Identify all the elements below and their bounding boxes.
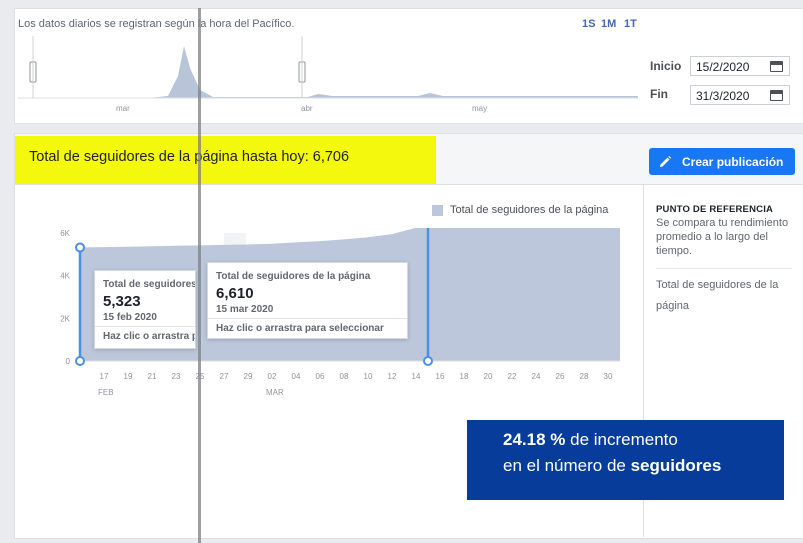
benchmark-divider xyxy=(656,268,792,269)
x-tick-label: 26 xyxy=(556,372,565,381)
tooltip-divider xyxy=(208,318,407,319)
tooltip-date: 15 mar 2020 xyxy=(216,304,274,315)
x-tick-label: 14 xyxy=(412,372,421,381)
x-tick-label: 22 xyxy=(508,372,517,381)
benchmark-metric[interactable]: Total de seguidores de la página xyxy=(656,275,791,317)
x-tick-label: 08 xyxy=(340,372,349,381)
x-tick-label: 10 xyxy=(364,372,373,381)
legend-swatch xyxy=(432,205,443,216)
end-date-value: 31/3/2020 xyxy=(696,89,750,103)
month-label-abr: abr xyxy=(301,104,313,113)
x-month-label: MAR xyxy=(266,388,284,397)
y-tick-label: 2K xyxy=(60,314,70,323)
start-date-field[interactable]: 15/2/2020 xyxy=(690,56,790,76)
x-tick-label: 23 xyxy=(172,372,181,381)
start-date-value: 15/2/2020 xyxy=(696,60,750,74)
tooltip-value: 6,610 xyxy=(216,285,254,302)
y-tick-label: 6K xyxy=(60,229,70,238)
month-label-may: may xyxy=(472,104,488,113)
y-tick-label: 0 xyxy=(66,357,71,366)
selection-handle[interactable] xyxy=(423,356,433,366)
benchmark-description: Se compara tu rendimiento promedio a lo … xyxy=(656,217,789,257)
tooltip-start: Total de seguidores de la página 5,323 1… xyxy=(94,270,196,349)
stat-line-2: en el número de seguidores xyxy=(503,456,721,476)
calendar-icon[interactable] xyxy=(770,61,783,72)
x-tick-label: 20 xyxy=(484,372,493,381)
x-tick-label: 04 xyxy=(292,372,301,381)
range-1-quarter-button[interactable]: 1T xyxy=(624,18,637,30)
x-tick-label: 28 xyxy=(580,372,589,381)
benchmark-title: PUNTO DE REFERENCIA xyxy=(656,204,774,215)
x-month-label: FEB xyxy=(98,388,114,397)
stat-text: en el número de xyxy=(503,456,631,475)
x-tick-label: 21 xyxy=(148,372,157,381)
x-tick-label: 18 xyxy=(460,372,469,381)
tooltip-end: Total de seguidores de la página 6,610 1… xyxy=(207,262,408,339)
y-tick-label: 4K xyxy=(60,272,70,281)
x-tick-label: 19 xyxy=(124,372,133,381)
x-tick-label: 02 xyxy=(268,372,277,381)
tooltip-value: 5,323 xyxy=(103,293,141,310)
timeline-navigator[interactable] xyxy=(18,36,638,104)
pencil-icon xyxy=(660,156,671,167)
end-date-label: Fin xyxy=(650,87,668,101)
stat-percent: 24.18 % xyxy=(503,430,566,449)
tooltip-divider xyxy=(95,326,195,327)
x-tick-label: 29 xyxy=(244,372,253,381)
tooltip-date: 15 feb 2020 xyxy=(103,312,157,323)
create-post-button[interactable]: Crear publicación xyxy=(649,148,795,175)
x-tick-label: 24 xyxy=(532,372,541,381)
x-tick-label: 16 xyxy=(436,372,445,381)
end-date-field[interactable]: 31/3/2020 xyxy=(690,85,790,105)
stat-line-1: 24.18 % de incremento xyxy=(503,430,678,450)
calendar-icon[interactable] xyxy=(770,90,783,101)
tooltip-hint: Haz clic o arrastra para seleccionar xyxy=(216,323,384,334)
stat-text: de incremento xyxy=(565,430,678,449)
timeline-navigator-area xyxy=(18,46,638,98)
x-tick-label: 12 xyxy=(388,372,397,381)
x-tick-label: 17 xyxy=(100,372,109,381)
range-1-week-button[interactable]: 1S xyxy=(582,18,595,30)
legend-label[interactable]: Total de seguidores de la página xyxy=(450,204,608,216)
month-label-mar: mar xyxy=(116,104,130,113)
x-tick-label: 06 xyxy=(316,372,325,381)
start-date-label: Inicio xyxy=(650,59,682,73)
range-1-month-button[interactable]: 1M xyxy=(601,18,616,30)
x-tick-label: 30 xyxy=(604,372,613,381)
timezone-note: Los datos diarios se registran según la … xyxy=(18,18,295,30)
tooltip-title: Total de seguidores de la página xyxy=(216,271,371,282)
tooltip-hint: Haz clic o arrastra para seleccionar xyxy=(103,331,195,342)
create-post-label: Crear publicación xyxy=(682,155,784,169)
stat-emphasis: seguidores xyxy=(630,456,722,475)
overlay-divider-line xyxy=(198,8,201,543)
tooltip-title: Total de seguidores de la página xyxy=(103,279,196,290)
selection-handle[interactable] xyxy=(75,356,85,366)
selection-handle[interactable] xyxy=(75,242,85,253)
x-tick-label: 27 xyxy=(220,372,229,381)
total-followers-text: Total de seguidores de la página hasta h… xyxy=(29,149,350,165)
